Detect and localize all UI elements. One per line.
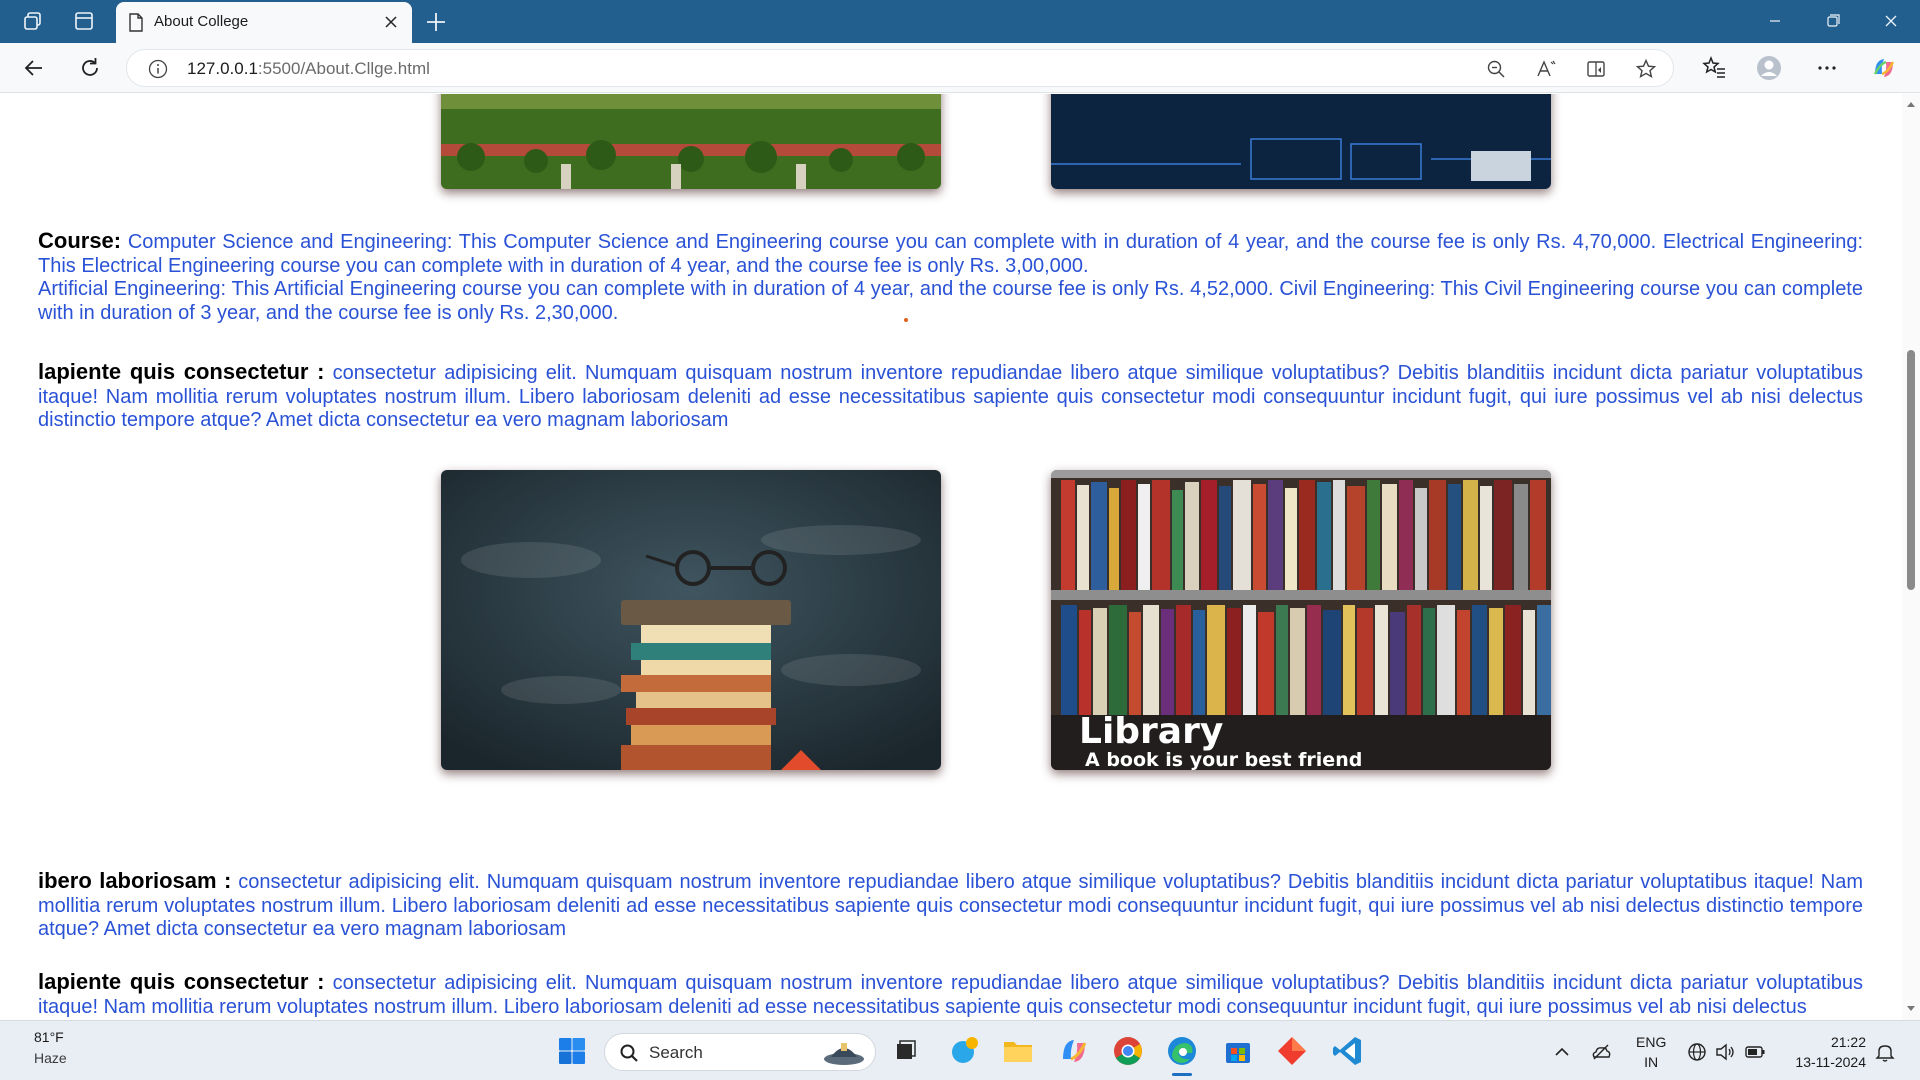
minimize-icon[interactable] [1752, 6, 1798, 36]
read-aloud-icon[interactable] [1535, 58, 1557, 80]
back-icon[interactable] [20, 54, 48, 82]
page-viewport: Course: Computer Science and Engineering… [0, 94, 1902, 1020]
scrollbar-thumb[interactable] [1907, 350, 1915, 590]
cursor-dot [904, 318, 908, 322]
technology-image [1051, 94, 1551, 189]
search-highlight-icon [824, 1043, 864, 1065]
browser-titlebar: About College [0, 0, 1920, 43]
language-code: ENG [1636, 1034, 1667, 1050]
weather-description: Haze [34, 1050, 67, 1066]
weather-temperature: 81°F [34, 1029, 64, 1045]
app-red-diamond-icon[interactable] [1274, 1033, 1310, 1069]
store-icon[interactable] [1220, 1033, 1256, 1069]
input-language-indicator[interactable]: ENG IN [1636, 1032, 1666, 1072]
system-clock[interactable]: 21:22 13-11-2024 [1782, 1032, 1866, 1072]
tab-title: About College [154, 13, 249, 30]
globe-icon[interactable] [1686, 1041, 1708, 1063]
profile-icon[interactable] [1755, 54, 1783, 82]
notification-icon[interactable] [1874, 1041, 1896, 1063]
clock-date: 13-11-2024 [1795, 1054, 1866, 1070]
volume-icon[interactable] [1714, 1041, 1736, 1063]
copilot-icon[interactable] [1870, 54, 1898, 82]
windows-taskbar: 81°F Haze Search ENG IN 21:22 13-11-2024 [0, 1020, 1920, 1080]
page-icon [129, 13, 143, 32]
workspaces-icon[interactable] [22, 10, 44, 32]
window-close-icon[interactable] [1868, 6, 1914, 36]
library-image: Library A book is your best friend [1051, 470, 1551, 770]
library-subtitle: A book is your best friend [1085, 749, 1362, 770]
battery-icon[interactable] [1744, 1041, 1766, 1063]
weather-app-icon[interactable] [946, 1033, 982, 1069]
tab-actions-icon[interactable] [73, 10, 95, 32]
chrome-icon[interactable] [1110, 1033, 1146, 1069]
vscode-icon[interactable] [1330, 1033, 1366, 1069]
info-icon[interactable] [147, 58, 169, 80]
copilot-app-icon[interactable] [1056, 1033, 1092, 1069]
url-path: :5500/About.Cllge.html [257, 59, 430, 78]
search-placeholder: Search [649, 1043, 703, 1062]
info-paragraph-1: lapiente quis consectetur : consectetur … [38, 360, 1863, 433]
para3-label: lapiente quis consectetur : [38, 969, 325, 994]
favorites-icon[interactable] [1700, 54, 1728, 82]
more-icon[interactable] [1813, 54, 1841, 82]
windows-start-icon[interactable] [554, 1033, 590, 1069]
region-code: IN [1644, 1054, 1659, 1070]
url-host: 127.0.0.1 [187, 59, 258, 78]
search-icon [620, 1044, 638, 1062]
campus-image [441, 94, 941, 189]
vertical-scrollbar[interactable] [1902, 94, 1920, 1020]
onedrive-icon[interactable] [1590, 1041, 1612, 1063]
course-paragraph: Course: Computer Science and Engineering… [38, 229, 1863, 325]
para1-label: lapiente quis consectetur : [38, 359, 325, 384]
clock-time: 21:22 [1830, 1034, 1866, 1050]
immersive-reader-icon[interactable] [1585, 58, 1607, 80]
file-explorer-icon[interactable] [1000, 1033, 1036, 1069]
browser-toolbar: 127.0.0.1:5500/About.Cllge.html [0, 43, 1920, 93]
para2-label: ibero laboriosam : [38, 868, 232, 893]
scroll-up-icon[interactable] [1906, 99, 1916, 109]
refresh-icon[interactable] [76, 54, 104, 82]
url-text[interactable]: 127.0.0.1:5500/About.Cllge.html [187, 59, 430, 79]
library-title: Library [1079, 711, 1223, 752]
scroll-down-icon[interactable] [1906, 1004, 1916, 1014]
tab-about-college[interactable]: About College [116, 2, 412, 43]
zoom-out-icon[interactable] [1485, 58, 1507, 80]
task-view-icon[interactable] [888, 1033, 924, 1069]
chevron-up-icon[interactable] [1551, 1041, 1573, 1063]
close-icon[interactable] [380, 11, 402, 33]
info-paragraph-3: lapiente quis consectetur : consectetur … [38, 970, 1863, 1019]
books-image [441, 470, 941, 770]
restore-icon[interactable] [1810, 6, 1856, 36]
taskbar-search-box[interactable]: Search [604, 1033, 876, 1071]
info-paragraph-2: ibero laboriosam : consectetur adipisici… [38, 869, 1863, 942]
edge-icon[interactable] [1164, 1033, 1200, 1069]
course-text-2: Artificial Engineering: This Artificial … [38, 278, 1863, 324]
course-label: Course: [38, 228, 122, 253]
star-icon[interactable] [1635, 58, 1657, 80]
active-app-indicator [1172, 1073, 1192, 1076]
address-bar[interactable]: 127.0.0.1:5500/About.Cllge.html [126, 49, 1674, 87]
para2-text: consectetur adipisicing elit. Numquam qu… [38, 871, 1863, 940]
plus-icon[interactable] [422, 8, 450, 36]
course-text-1: Computer Science and Engineering: This C… [38, 231, 1863, 277]
